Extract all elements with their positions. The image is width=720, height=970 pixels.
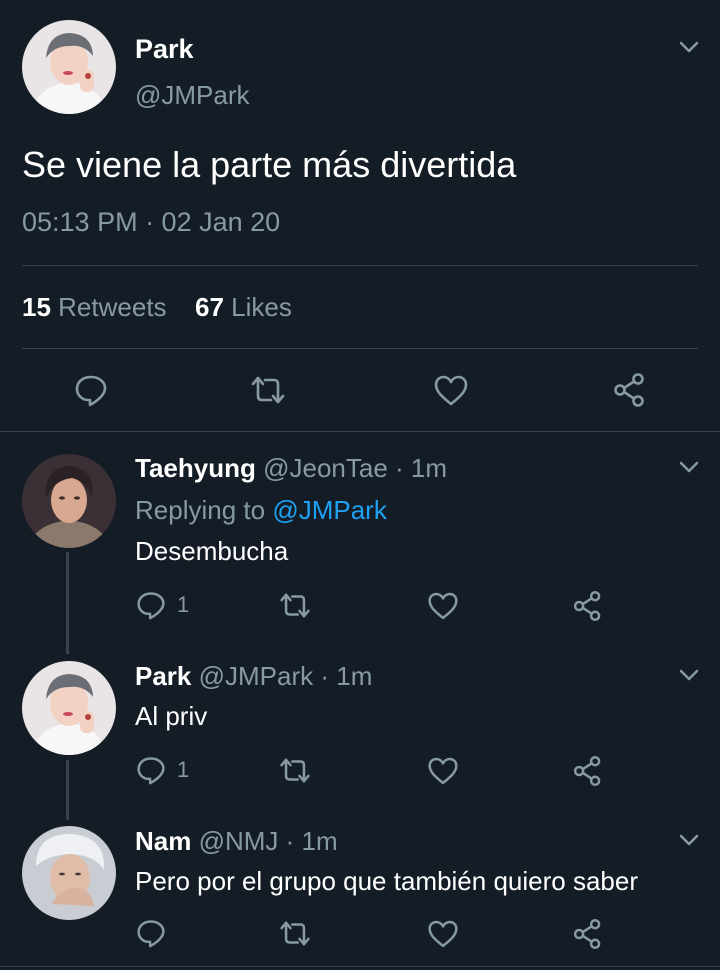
likes-label[interactable]: Likes — [231, 292, 292, 322]
reply-time: · 1m — [395, 453, 448, 483]
retweets-label[interactable]: Retweets — [58, 292, 166, 322]
reply-time: · 1m — [320, 661, 373, 691]
reply-author-handle[interactable]: @JeonTae — [263, 453, 388, 483]
reply-author-name[interactable]: Nam — [135, 826, 191, 856]
author-name[interactable]: Park — [135, 34, 194, 65]
share-icon[interactable] — [572, 590, 604, 622]
like-icon[interactable] — [427, 919, 459, 948]
like-icon[interactable] — [433, 374, 469, 406]
retweets-count[interactable]: 15 — [22, 292, 51, 322]
replying-to: Replying to @JMPark — [135, 495, 387, 526]
reply-text: Desembucha — [135, 536, 289, 566]
reply-author-handle[interactable]: @JMPark — [199, 661, 314, 691]
author-handle[interactable]: @JMPark — [135, 80, 250, 111]
reply-text: Pero por el grupo que también quiero sab… — [135, 866, 638, 896]
chevron-down-icon[interactable] — [678, 36, 700, 58]
chevron-down-icon[interactable] — [678, 664, 700, 686]
thread-line — [66, 760, 69, 820]
reply-header: Taehyung @JeonTae · 1m — [135, 453, 447, 484]
share-icon[interactable] — [572, 918, 604, 950]
reply-count: 1 — [177, 592, 190, 617]
divider — [0, 431, 720, 432]
chevron-down-icon[interactable] — [678, 456, 700, 478]
retweet-icon[interactable] — [249, 374, 287, 406]
reply-time: · 1m — [285, 826, 338, 856]
reply-header: Park @JMPark · 1m — [135, 661, 372, 692]
retweet-icon[interactable] — [278, 919, 312, 948]
share-icon[interactable] — [612, 372, 648, 408]
avatar[interactable] — [22, 454, 116, 548]
reply-author-handle[interactable]: @NMJ — [199, 826, 279, 856]
reply-count: 1 — [177, 757, 190, 782]
tweet-timestamp: 05:13 PM · 02 Jan 20 — [22, 207, 281, 237]
reply-icon[interactable] — [74, 373, 108, 407]
replying-to-link[interactable]: @JMPark — [272, 495, 387, 525]
divider — [0, 966, 720, 967]
tweet-stats: 15 Retweets 67 Likes — [22, 292, 292, 323]
avatar[interactable] — [22, 20, 116, 114]
divider — [22, 265, 698, 266]
divider — [22, 348, 698, 349]
reply-author-name[interactable]: Taehyung — [135, 453, 256, 483]
reply-header: Nam @NMJ · 1m — [135, 826, 338, 857]
replying-prefix: Replying to — [135, 495, 266, 525]
like-icon[interactable] — [427, 591, 459, 620]
likes-count[interactable]: 67 — [195, 292, 224, 322]
like-icon[interactable] — [427, 756, 459, 785]
avatar[interactable] — [22, 661, 116, 755]
chevron-down-icon[interactable] — [678, 829, 700, 851]
avatar[interactable] — [22, 826, 116, 920]
reply-author-name[interactable]: Park — [135, 661, 191, 691]
reply-icon[interactable] — [136, 590, 166, 620]
reply-text: Al priv — [135, 701, 208, 731]
reply-icon[interactable] — [136, 755, 166, 785]
thread-line — [66, 552, 69, 654]
share-icon[interactable] — [572, 755, 604, 787]
retweet-icon[interactable] — [278, 591, 312, 620]
tweet-text: Se viene la parte más divertida — [22, 144, 517, 185]
reply-icon[interactable] — [136, 918, 166, 948]
retweet-icon[interactable] — [278, 756, 312, 785]
